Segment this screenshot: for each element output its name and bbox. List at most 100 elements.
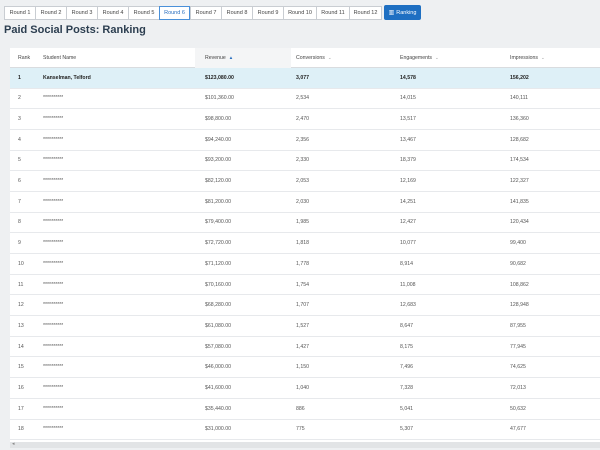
tab-round-6[interactable]: Round 6 (159, 6, 190, 20)
cell-impressions: 120,434 (510, 219, 529, 226)
cell-student-name: ********** (43, 281, 64, 288)
cell-engagements: 13,467 (400, 136, 416, 143)
cell-student-name: ********** (43, 384, 64, 391)
cell-rank: 4 (18, 136, 21, 143)
cell-student-name: ********** (43, 322, 64, 329)
tab-round-2[interactable]: Round 2 (35, 6, 66, 20)
header-rank[interactable]: Rank (18, 48, 30, 67)
tab-round-3[interactable]: Round 3 (66, 6, 97, 20)
cell-rank: 3 (18, 116, 21, 123)
tab-round-11[interactable]: Round 11 (316, 6, 349, 20)
horizontal-scrollbar[interactable]: ◂ (10, 441, 600, 448)
tab-round-12[interactable]: Round 12 (349, 6, 382, 20)
cell-revenue: $79,400.00 (205, 219, 231, 226)
table-row[interactable]: 11 ********** $70,160.00 1,754 11,008 108,862 (10, 275, 600, 296)
ranking-button[interactable]: ▥ Ranking (384, 5, 421, 20)
cell-conversions: 1,818 (296, 240, 309, 247)
table-row[interactable]: 5 ********** $93,200.00 2,330 18,379 174,534 (10, 151, 600, 172)
cell-rank: 2 (18, 95, 21, 102)
header-revenue-label: Revenue (205, 54, 226, 61)
cell-revenue: $94,240.00 (205, 136, 231, 143)
table-row[interactable]: 2 ********** $101,360.00 2,534 14,015 140,111 (10, 89, 600, 110)
cell-rank: 17 (18, 405, 24, 412)
cell-engagements: 10,077 (400, 240, 416, 247)
cell-student-name: ********** (43, 240, 64, 247)
cell-engagements: 7,496 (400, 364, 413, 371)
cell-student-name: ********** (43, 364, 64, 371)
cell-rank: 14 (18, 343, 24, 350)
table-row[interactable]: 9 ********** $72,720.00 1,818 10,077 99,400 (10, 233, 600, 254)
header-engagements[interactable]: Engagements ⌄ (400, 48, 439, 67)
ranking-table: Rank Student Name Revenue ▲ Conversions … (10, 48, 600, 442)
cell-conversions: 2,053 (296, 178, 309, 185)
cell-revenue: $35,440.00 (205, 405, 231, 412)
header-student-name[interactable]: Student Name (43, 48, 76, 67)
table-row[interactable]: 15 ********** $46,000.00 1,150 7,496 74,625 (10, 357, 600, 379)
cell-conversions: 2,330 (296, 157, 309, 164)
table-row[interactable]: 12 ********** $68,280.00 1,707 12,683 128,948 (10, 295, 600, 317)
cell-impressions: 108,862 (510, 281, 529, 288)
table-row[interactable]: 1 Kanselman, Telford $123,080.00 3,077 14,57… (10, 68, 600, 89)
cell-engagements: 13,517 (400, 116, 416, 123)
cell-rank: 11 (18, 281, 24, 288)
cell-conversions: 1,754 (296, 281, 309, 288)
header-impressions[interactable]: Impressions ⌄ (510, 48, 545, 67)
table-row[interactable]: 4 ********** $94,240.00 2,356 13,467 128,682 (10, 130, 600, 151)
cell-impressions: 99,400 (510, 240, 526, 247)
table-row[interactable]: 10 ********** $71,120.00 1,778 8,914 90,682 (10, 254, 600, 275)
cell-impressions: 128,948 (510, 302, 529, 309)
tab-round-9[interactable]: Round 9 (252, 6, 283, 20)
cell-revenue: $123,080.00 (205, 74, 234, 81)
table-row[interactable]: 16 ********** $41,600.00 1,040 7,328 72,013 (10, 378, 600, 399)
cell-rank: 18 (18, 426, 24, 433)
cell-engagements: 14,578 (400, 74, 416, 81)
cell-engagements: 8,647 (400, 322, 413, 329)
cell-conversions: 2,030 (296, 198, 309, 205)
scroll-left-icon[interactable]: ◂ (12, 441, 15, 447)
cell-rank: 8 (18, 219, 21, 226)
header-conversions[interactable]: Conversions ⌄ (296, 48, 332, 67)
table-row[interactable]: 6 ********** $82,120.00 2,053 12,169 122,327 (10, 171, 600, 192)
cell-student-name: ********** (43, 426, 64, 433)
cell-impressions: 141,835 (510, 198, 529, 205)
cell-conversions: 886 (296, 405, 305, 412)
table-row[interactable]: 14 ********** $57,080.00 1,427 8,175 77,945 (10, 337, 600, 358)
cell-student-name: Kanselman, Telford (43, 74, 91, 81)
cell-student-name: ********** (43, 302, 64, 309)
cell-revenue: $70,160.00 (205, 281, 231, 288)
table-row[interactable]: 8 ********** $79,400.00 1,985 12,427 120,434 (10, 213, 600, 234)
tab-round-10[interactable]: Round 10 (283, 6, 316, 20)
tab-round-4[interactable]: Round 4 (97, 6, 128, 20)
round-tabs: Round 1 Round 2 Round 3 Round 4 Round 5 Round… (4, 6, 382, 20)
cell-conversions: 1,527 (296, 322, 309, 329)
tab-round-5[interactable]: Round 5 (128, 6, 159, 20)
cell-impressions: 128,682 (510, 136, 529, 143)
cell-conversions: 1,150 (296, 364, 309, 371)
cell-revenue: $31,000.00 (205, 426, 231, 433)
cell-engagements: 14,251 (400, 198, 416, 205)
cell-revenue: $71,120.00 (205, 260, 231, 267)
tab-round-7[interactable]: Round 7 (190, 6, 221, 20)
table-row[interactable]: 17 ********** $35,440.00 886 5,041 50,632 (10, 399, 600, 420)
cell-revenue: $61,080.00 (205, 322, 231, 329)
cell-conversions: 1,707 (296, 302, 309, 309)
table-row[interactable]: 7 ********** $81,200.00 2,030 14,251 141,835 (10, 192, 600, 213)
table-row[interactable]: 13 ********** $61,080.00 1,527 8,647 87,955 (10, 316, 600, 337)
cell-rank: 6 (18, 178, 21, 185)
cell-engagements: 8,175 (400, 343, 413, 350)
tab-round-8[interactable]: Round 8 (221, 6, 252, 20)
tab-round-1[interactable]: Round 1 (4, 6, 35, 20)
cell-rank: 5 (18, 157, 21, 164)
cell-conversions: 775 (296, 426, 305, 433)
cell-revenue: $98,800.00 (205, 116, 231, 123)
table-row[interactable]: 18 ********** $31,000.00 775 5,307 47,677 (10, 420, 600, 441)
cell-engagements: 12,169 (400, 178, 416, 185)
table-row[interactable]: 3 ********** $98,800.00 2,470 13,517 136,360 (10, 109, 600, 130)
cell-impressions: 174,534 (510, 157, 529, 164)
header-revenue[interactable]: Revenue ▲ (205, 48, 233, 67)
cell-revenue: $57,080.00 (205, 343, 231, 350)
cell-rank: 1 (18, 74, 21, 81)
cell-student-name: ********** (43, 198, 64, 205)
header-engagements-label: Engagements (400, 54, 433, 61)
cell-rank: 15 (18, 364, 24, 371)
